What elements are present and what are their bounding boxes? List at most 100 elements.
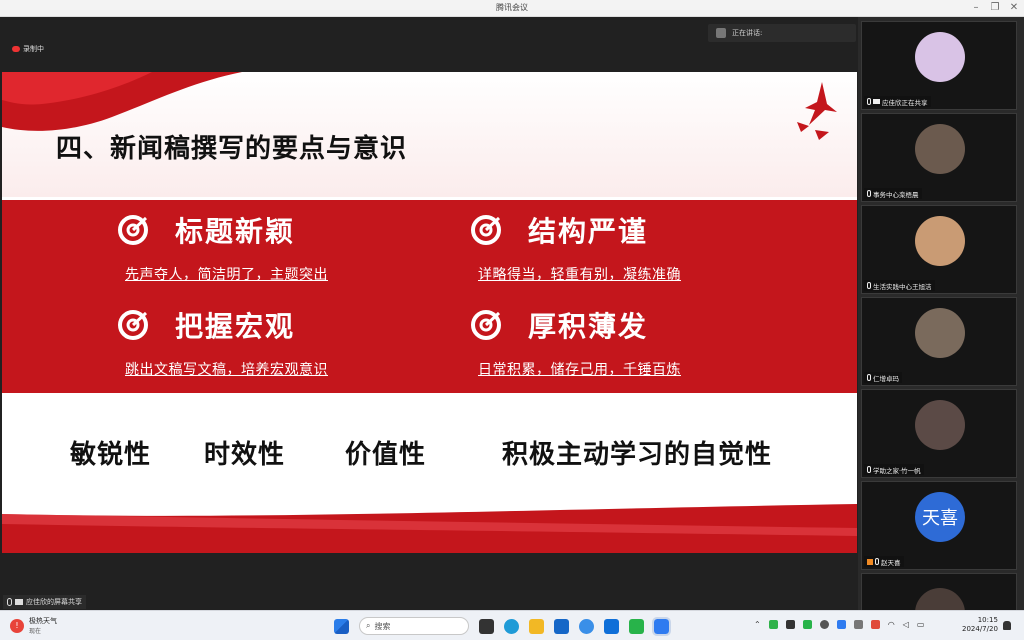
cloud-record-icon bbox=[12, 46, 20, 52]
task-view-icon[interactable] bbox=[479, 618, 494, 634]
restore-button[interactable]: ❐ bbox=[987, 1, 1003, 15]
volume-icon[interactable]: ◁ bbox=[903, 620, 909, 629]
card-subtitle: 跳出文稿写文稿，培养宏观意识 bbox=[125, 362, 328, 378]
screen-share-area: 录制中 正在讲话: 四、新闻稿撰写的要点与意识 标题新颖 先声夺人，简洁明了，主… bbox=[0, 17, 858, 610]
card-accumulate: 厚积薄发 日常积累，储存己用，千锤百炼 bbox=[470, 305, 681, 379]
participant-label: 仁增卓玛 bbox=[864, 372, 902, 383]
participant-name: 生活实践中心王旭洁 bbox=[873, 282, 932, 291]
card-title: 结构严谨 bbox=[528, 215, 649, 248]
weather-alert-icon: ! bbox=[10, 618, 24, 633]
mic-muted-icon bbox=[867, 466, 871, 473]
participant-panel: 应佳欣正在共享 事务中心栾梧晨 生活实践中心王旭洁 仁增卓玛 学助之家·竹一帆 … bbox=[858, 17, 1024, 638]
share-label: 应佳欣的屏幕共享 bbox=[3, 595, 86, 609]
quality-item: 积极主动学习的自觉性 bbox=[502, 440, 773, 470]
avatar bbox=[915, 216, 965, 266]
participant-name: 赵天喜 bbox=[881, 558, 901, 567]
tencent-meeting-icon[interactable] bbox=[652, 616, 671, 636]
participant-tile[interactable]: 天喜 赵天喜 bbox=[861, 481, 1017, 570]
bottom-red-swoosh bbox=[2, 504, 857, 553]
mic-icon bbox=[867, 98, 871, 105]
card-title: 把握宏观 bbox=[175, 310, 296, 343]
card-subtitle: 详略得当，轻重有别，凝练准确 bbox=[478, 267, 681, 283]
target-icon bbox=[471, 215, 501, 245]
weather-widget[interactable]: ! 极热天气 现在 bbox=[10, 616, 57, 635]
speaking-indicator: 正在讲话: bbox=[708, 24, 856, 42]
search-box[interactable]: ⌕ 搜索 bbox=[359, 617, 469, 635]
participant-tile[interactable]: 生活实践中心王旭洁 bbox=[861, 205, 1017, 294]
wifi-icon[interactable]: ◠ bbox=[888, 620, 895, 629]
taskbar-apps: ⌕ 搜索 bbox=[334, 616, 671, 636]
avatar bbox=[915, 400, 965, 450]
app-icon[interactable] bbox=[604, 618, 619, 634]
clock[interactable]: 10:15 2024/7/20 bbox=[962, 616, 998, 634]
title-bar: 腾讯会议 – ❐ ✕ bbox=[0, 0, 1024, 17]
start-icon[interactable] bbox=[334, 618, 349, 634]
browser-icon[interactable] bbox=[579, 618, 594, 634]
wechat-icon[interactable] bbox=[629, 618, 644, 634]
participant-label: 学助之家·竹一帆 bbox=[864, 464, 924, 475]
tray-meeting-icon[interactable] bbox=[836, 620, 846, 629]
participant-label: 生活实践中心王旭洁 bbox=[864, 280, 935, 291]
participant-label: 事务中心栾梧晨 bbox=[864, 188, 922, 199]
mic-muted-icon bbox=[875, 558, 879, 565]
search-icon: ⌕ bbox=[366, 621, 371, 630]
dove-icon bbox=[797, 82, 837, 140]
tray-input-icon[interactable] bbox=[853, 620, 863, 629]
quality-item: 时效性 bbox=[204, 440, 286, 470]
slide-heading: 四、新闻稿撰写的要点与意识 bbox=[56, 134, 408, 164]
card-title: 厚积薄发 bbox=[528, 310, 649, 343]
target-icon bbox=[471, 310, 501, 340]
participant-label: 应佳欣正在共享 bbox=[864, 96, 931, 107]
participant-tile[interactable]: 学助之家·竹一帆 bbox=[861, 389, 1017, 478]
mic-icon bbox=[7, 598, 12, 606]
participant-label: 赵天喜 bbox=[864, 556, 904, 567]
clock-date: 2024/7/20 bbox=[962, 625, 998, 633]
participant-name: 仁增卓玛 bbox=[873, 374, 899, 383]
chevron-up-icon[interactable]: ⌃ bbox=[754, 620, 761, 629]
quality-item: 敏锐性 bbox=[70, 440, 152, 470]
avatar bbox=[915, 308, 965, 358]
participant-tile[interactable]: 应佳欣正在共享 bbox=[861, 21, 1017, 110]
close-button[interactable]: ✕ bbox=[1006, 1, 1022, 15]
speaking-label: 正在讲话: bbox=[732, 29, 763, 37]
clock-time: 10:15 bbox=[977, 616, 998, 624]
card-headline: 标题新颖 先声夺人，简洁明了，主题突出 bbox=[117, 210, 328, 284]
mic-muted-icon bbox=[867, 282, 871, 289]
share-label-text: 应佳欣的屏幕共享 bbox=[26, 598, 82, 606]
edge-icon[interactable] bbox=[504, 618, 519, 634]
target-icon bbox=[118, 310, 148, 340]
card-subtitle: 日常积累，储存己用，千锤百炼 bbox=[478, 362, 681, 378]
quality-item: 价值性 bbox=[345, 440, 427, 470]
store-icon[interactable] bbox=[554, 618, 569, 634]
screen-share-icon bbox=[15, 599, 23, 605]
participant-name: 应佳欣正在共享 bbox=[882, 98, 928, 107]
card-structure: 结构严谨 详略得当，轻重有别，凝练准确 bbox=[470, 210, 681, 284]
tray-app-icon[interactable] bbox=[785, 620, 795, 629]
taskbar: ! 极热天气 现在 ⌕ 搜索 ⌃ ◠ ◁ ▭ 10:15 2024/7/20 bbox=[0, 610, 1024, 640]
notification-bell-icon[interactable] bbox=[1003, 621, 1011, 630]
card-subtitle: 先声夺人，简洁明了，主题突出 bbox=[125, 267, 328, 283]
target-icon bbox=[118, 215, 148, 245]
participant-tile[interactable]: 事务中心栾梧晨 bbox=[861, 113, 1017, 202]
tray-wechat-icon[interactable] bbox=[802, 620, 812, 629]
minimize-button[interactable]: – bbox=[968, 1, 984, 15]
participant-tile[interactable] bbox=[861, 573, 1017, 638]
screen-share-icon bbox=[873, 99, 880, 104]
tray-app-icon[interactable] bbox=[768, 620, 778, 629]
file-explorer-icon[interactable] bbox=[529, 618, 544, 634]
weather-title: 极热天气 bbox=[29, 617, 57, 625]
tray-cloud-icon[interactable] bbox=[819, 620, 829, 629]
mic-muted-icon bbox=[867, 190, 871, 197]
search-placeholder: 搜索 bbox=[374, 621, 391, 631]
speaker-avatar-icon bbox=[716, 28, 726, 38]
system-tray: ⌃ ◠ ◁ ▭ bbox=[754, 620, 924, 629]
participant-name: 事务中心栾梧晨 bbox=[873, 190, 919, 199]
participant-tile[interactable]: 仁增卓玛 bbox=[861, 297, 1017, 386]
weather-sub: 现在 bbox=[29, 628, 42, 635]
recording-indicator[interactable]: 录制中 bbox=[12, 44, 44, 54]
presentation-slide: 四、新闻稿撰写的要点与意识 标题新颖 先声夺人，简洁明了，主题突出 结构严谨 详… bbox=[2, 72, 857, 553]
battery-icon[interactable]: ▭ bbox=[917, 620, 925, 629]
window-title: 腾讯会议 bbox=[496, 3, 528, 12]
participant-name: 学助之家·竹一帆 bbox=[873, 466, 921, 475]
tray-app-icon[interactable] bbox=[870, 620, 880, 629]
